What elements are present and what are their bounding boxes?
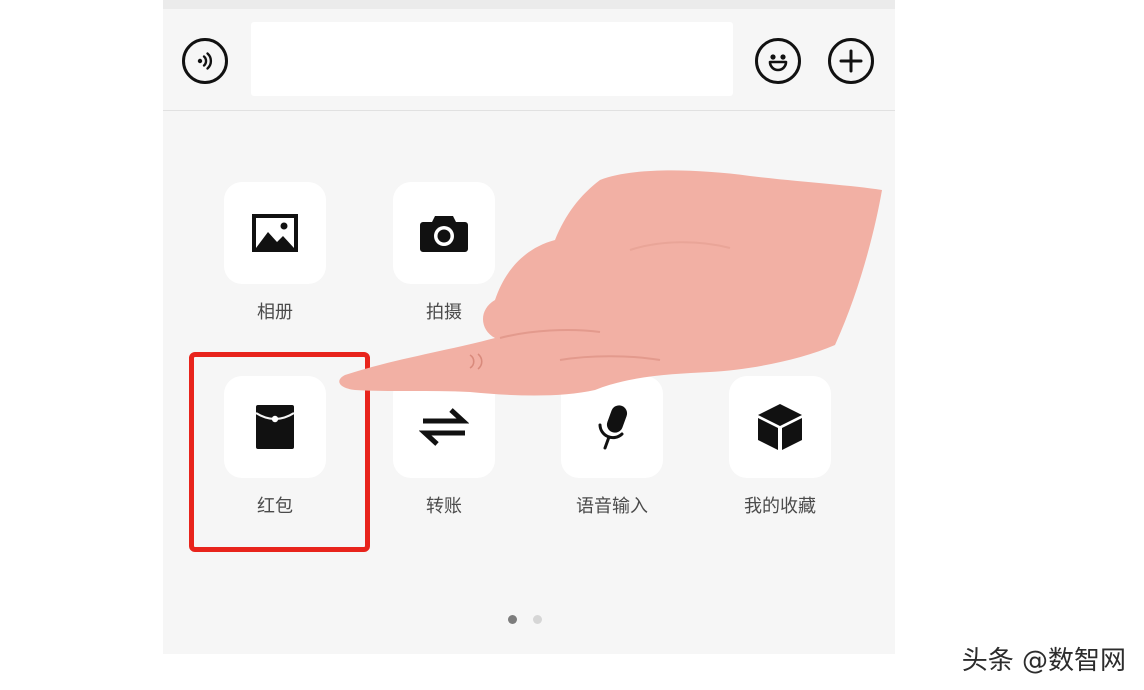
more-functions-button[interactable]	[828, 38, 874, 84]
image-icon	[252, 214, 298, 252]
emoji-button[interactable]	[755, 38, 801, 84]
pointing-hand-illustration	[339, 170, 882, 396]
voice-mode-button[interactable]	[182, 38, 228, 84]
transfer-label: 转账	[426, 496, 462, 517]
page-dot[interactable]	[533, 615, 542, 624]
page-dot-active[interactable]	[508, 615, 517, 624]
message-input[interactable]	[251, 22, 733, 96]
album-tile-box[interactable]	[224, 182, 326, 284]
smiley-face-icon	[768, 54, 788, 72]
top-divider-strip	[163, 0, 895, 9]
chat-input-bar	[163, 9, 895, 111]
page-indicator	[508, 615, 542, 624]
voice-input-label: 语音输入	[576, 496, 648, 517]
plus-icon	[839, 49, 863, 73]
watermark: 头条 @数智网	[961, 646, 1126, 676]
tile-album[interactable]: 相册	[224, 182, 326, 324]
album-label: 相册	[257, 302, 293, 323]
favorites-label: 我的收藏	[744, 496, 816, 517]
voice-wave-icon	[197, 52, 213, 70]
